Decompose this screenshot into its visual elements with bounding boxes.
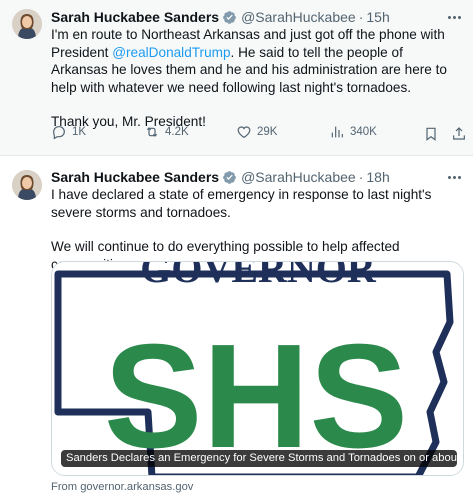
avatar[interactable] — [12, 170, 42, 200]
mention-link[interactable]: @realDonaldTrump — [112, 45, 230, 60]
bookmark-icon[interactable] — [423, 126, 439, 147]
more-options-icon[interactable] — [448, 168, 461, 186]
tweet-actions: 1K 4.2K 29K 340K — [51, 124, 465, 147]
tweet-header: Sarah Huckabee Sanders @SarahHuckabee · … — [51, 8, 461, 26]
share-icon[interactable] — [451, 126, 467, 147]
tweet-text: I'm en route to Northeast Arkansas and j… — [51, 26, 461, 131]
tweet[interactable]: Sarah Huckabee Sanders @SarahHuckabee · … — [0, 0, 473, 156]
card-image: GOVERNOR SHS — [52, 262, 463, 475]
reply-icon — [53, 126, 65, 140]
card-image-title: GOVERNOR — [140, 262, 377, 291]
author-name[interactable]: Sarah Huckabee Sanders — [51, 8, 219, 26]
avatar[interactable] — [12, 9, 42, 39]
heart-icon — [237, 126, 251, 139]
more-options-icon[interactable] — [448, 8, 461, 26]
separator: · — [358, 9, 364, 25]
author-handle[interactable]: @SarahHuckabee — [241, 168, 356, 186]
link-card[interactable]: GOVERNOR SHS Sanders Declares an Emergen… — [51, 261, 464, 476]
timestamp[interactable]: 15h — [366, 8, 389, 26]
like-button[interactable]: 29K — [236, 124, 277, 140]
like-count: 29K — [257, 126, 278, 138]
tweet-text-paragraph: I have declared a state of emergency in … — [51, 187, 432, 220]
views-button[interactable]: 340K — [329, 124, 377, 140]
tweet-header: Sarah Huckabee Sanders @SarahHuckabee · … — [51, 168, 461, 186]
repost-count: 4.2K — [165, 126, 189, 138]
reply-count: 1K — [72, 126, 87, 138]
views-chart-icon — [331, 126, 343, 138]
verified-badge-icon — [222, 10, 237, 25]
reply-button[interactable]: 1K — [51, 124, 86, 140]
views-count: 340K — [350, 126, 377, 138]
card-title-label[interactable]: Sanders Declares an Emergency for Severe… — [61, 450, 457, 467]
repost-button[interactable]: 4.2K — [144, 124, 189, 140]
verified-badge-icon — [222, 170, 237, 185]
timestamp[interactable]: 18h — [366, 168, 389, 186]
author-name[interactable]: Sarah Huckabee Sanders — [51, 168, 219, 186]
card-source[interactable]: From governor.arkansas.gov — [51, 481, 193, 493]
separator: · — [358, 169, 364, 185]
author-handle[interactable]: @SarahHuckabee — [241, 8, 356, 26]
repost-icon — [146, 127, 158, 137]
